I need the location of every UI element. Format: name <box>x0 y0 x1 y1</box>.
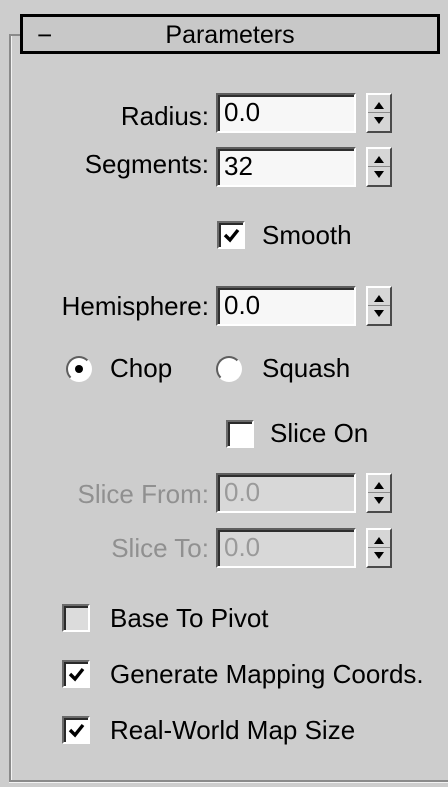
slice-from-label: Slice From: <box>77 479 209 509</box>
radius-label: Radius: <box>120 101 209 131</box>
spinner-up-icon[interactable] <box>374 295 384 302</box>
radius-spinner[interactable] <box>366 93 392 133</box>
segments-spinner[interactable] <box>366 147 392 187</box>
spinner-down-icon[interactable] <box>374 117 384 124</box>
generate-mapping-coords-label[interactable]: Generate Mapping Coords. <box>110 658 424 690</box>
spinner-down-icon[interactable] <box>374 497 384 504</box>
radio-selected-dot <box>75 365 83 373</box>
segments-input[interactable]: 32 <box>216 147 356 187</box>
chop-radio[interactable] <box>66 356 92 382</box>
rollout-title: Parameters <box>165 21 295 49</box>
segments-label: Segments: <box>84 149 209 179</box>
rollout-frame-bottom <box>9 780 448 782</box>
real-world-map-size-label[interactable]: Real-World Map Size <box>110 714 355 746</box>
hemisphere-spinner[interactable] <box>366 286 392 326</box>
real-world-map-size-checkbox[interactable] <box>62 716 90 744</box>
slice-to-input[interactable]: 0.0 <box>216 528 356 568</box>
slice-to-label: Slice To: <box>111 533 209 563</box>
spinner-up-icon[interactable] <box>374 102 384 109</box>
slice-on-label[interactable]: Slice On <box>270 417 368 449</box>
spinner-up-icon[interactable] <box>374 537 384 544</box>
hemisphere-label: Hemisphere: <box>61 291 209 321</box>
checkmark-icon <box>68 667 85 682</box>
base-to-pivot-checkbox[interactable] <box>62 604 90 632</box>
smooth-checkbox[interactable] <box>217 221 245 249</box>
spinner-down-icon[interactable] <box>374 310 384 317</box>
rollout-frame-left <box>9 34 11 782</box>
spinner-divider <box>368 166 390 167</box>
spinner-down-icon[interactable] <box>374 171 384 178</box>
spinner-divider <box>368 492 390 493</box>
spinner-divider <box>368 547 390 548</box>
squash-label[interactable]: Squash <box>262 352 350 384</box>
squash-radio[interactable] <box>216 356 242 382</box>
slice-to-spinner[interactable] <box>366 528 392 568</box>
spinner-divider <box>368 305 390 306</box>
generate-mapping-coords-checkbox[interactable] <box>62 660 90 688</box>
spinner-divider <box>368 112 390 113</box>
spinner-down-icon[interactable] <box>374 552 384 559</box>
chop-label[interactable]: Chop <box>110 352 172 384</box>
spinner-up-icon[interactable] <box>374 482 384 489</box>
slice-on-checkbox[interactable] <box>226 420 254 448</box>
base-to-pivot-label[interactable]: Base To Pivot <box>110 602 269 634</box>
slice-from-input[interactable]: 0.0 <box>216 473 356 513</box>
hemisphere-input[interactable]: 0.0 <box>216 286 356 326</box>
checkmark-icon <box>223 228 240 243</box>
spinner-up-icon[interactable] <box>374 156 384 163</box>
smooth-label[interactable]: Smooth <box>262 219 352 251</box>
radius-input[interactable]: 0.0 <box>216 93 356 133</box>
slice-from-spinner[interactable] <box>366 473 392 513</box>
checkmark-icon <box>68 723 85 738</box>
rollout-header-parameters[interactable]: − Parameters <box>20 14 440 54</box>
